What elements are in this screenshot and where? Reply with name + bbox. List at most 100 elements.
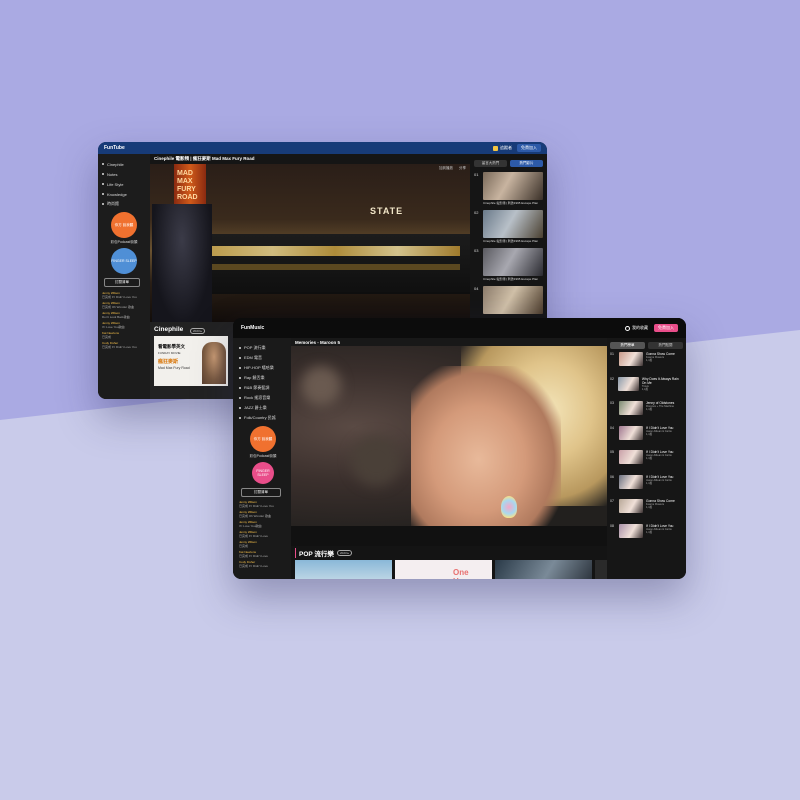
pop-thumbnail[interactable]: [295, 560, 392, 579]
chat-text: 已完成 If I Didn't Love You: [102, 345, 137, 349]
finger-sleep-logo[interactable]: FINGER SLEEP: [111, 248, 137, 274]
sidebar-item-jazz[interactable]: JAZZ 爵士樂: [239, 403, 287, 413]
chat-text: If I Love You歌曲: [102, 325, 125, 329]
tab-popular[interactable]: 熱門影片: [510, 160, 543, 167]
pop-thumbnail[interactable]: One Hour: [395, 560, 492, 579]
tab-most-viewed[interactable]: 熱門點閱: [648, 342, 683, 349]
music-list-item[interactable]: 04 If I Didn't Love You Jason Aldean & Car…: [610, 425, 683, 448]
playlist-item[interactable]: 04: [474, 286, 543, 314]
sidebar-item-cinephile[interactable]: Cinephile: [102, 159, 146, 169]
music-list-thumbnail: [619, 523, 643, 538]
state-sign: STATE: [370, 206, 404, 216]
sidebar-item-rnb[interactable]: R&B 節奏藍調: [239, 383, 287, 393]
section-badge[interactable]: 2023 ▸: [190, 328, 206, 334]
music-list-count: 1,4萬: [646, 506, 653, 510]
funtube-logo[interactable]: FunTube: [104, 145, 125, 151]
music-list-count: 1,4萬: [646, 457, 653, 461]
funmusic-logo[interactable]: FunMusic: [241, 325, 264, 331]
podcast-logo[interactable]: 你方 說我聽: [250, 426, 276, 452]
bullet-icon: [239, 347, 241, 349]
bullet-icon: [239, 387, 241, 389]
sidebar-item-hiphop[interactable]: HIP-HOP 嘻哈樂: [239, 363, 287, 373]
chat-item: Jenny Wilson 已完成 If I Didn't Love: [239, 530, 287, 538]
chat-text: 已完成 If I Didn't Love: [239, 554, 268, 558]
sidebar-item-notes[interactable]: Notes: [102, 169, 146, 179]
favorites-link[interactable]: 我的收藏: [625, 325, 648, 331]
sidebar-item-fashion[interactable]: 時尚館: [102, 199, 146, 209]
music-list-item[interactable]: 03 Jenny of Oldstones Florence + The Machi…: [610, 401, 683, 423]
add-to-playlist-button[interactable]: 加到播放: [439, 166, 453, 171]
sidebar-item-label: R&B 節奏藍調: [244, 385, 270, 390]
playlist-item[interactable]: 03 Cinephile 電影頻 | 刺激1995 Escape Plan: [474, 248, 543, 281]
sidebar-item-label: EDM 電音: [244, 355, 262, 360]
pop-thumbnail[interactable]: [495, 560, 592, 579]
movie-card[interactable]: 看電影學英文 FUNDAY MOVIE 瘋狂麥斯 Mad Max Fury Ro…: [154, 336, 228, 386]
heart-icon: [625, 325, 630, 331]
music-list-item[interactable]: 02 Why Does It Always Rain On Me Travis 1,4…: [610, 376, 683, 399]
playlist-title: Cinephile 電影頻 | 刺激1995 Escape Plan: [483, 277, 539, 281]
video-controls: 加到播放 分享: [439, 166, 466, 171]
sidebar-item-label: Cinephile: [107, 161, 124, 167]
music-list-item[interactable]: 08 If I Didn't Love You Jason Aldean & Car…: [610, 523, 683, 546]
music-list-number: 03: [610, 401, 614, 405]
sidebar-item-label: 時尚館: [107, 201, 119, 206]
sidebar-item-label: JAZZ 爵士樂: [244, 405, 267, 410]
music-list-item[interactable]: 05 If I Didn't Love You Jason Aldean & Car…: [610, 450, 683, 472]
music-list-number: 01: [610, 352, 614, 356]
face-shape: [411, 366, 561, 526]
music-list-item[interactable]: 06 If I Didn't Love You Jason Aldean & Car…: [610, 474, 683, 497]
sidebar-item-edm[interactable]: EDM 電音: [239, 353, 287, 363]
music-list-number: 02: [610, 376, 614, 381]
podcast-logo[interactable]: 你方 說我聽: [111, 212, 137, 238]
video-title: Cinephile 電影頻 | 瘋狂麥斯 Mad Max Fury Road: [150, 154, 470, 164]
join-free-button[interactable]: 免費加入: [517, 144, 541, 152]
chat-item: Cody Fisher 已完成 If I Didn't Love: [239, 560, 287, 568]
music-list-number: 07: [610, 499, 614, 503]
sidebar-item-rock[interactable]: Rock 搖滾音樂: [239, 393, 287, 403]
music-list-item[interactable]: 01 Gonna Show Come Fearne Flowers 1,4萬: [610, 352, 683, 374]
chat-text: 已完成 Oh Wonder 歌曲: [239, 514, 271, 518]
chat-text: 已完成 If I Didn't Love: [239, 534, 268, 538]
marquee-text: MAD MAX FURY ROAD: [177, 170, 198, 201]
bokeh-light: [301, 366, 341, 406]
video-title: Memories - Maroon 5: [291, 338, 607, 346]
chat-text: 已完成 If I Didn't Love: [239, 564, 268, 568]
tab-comments[interactable]: 留言大熱門: [474, 160, 507, 167]
sidebar-item-life-style[interactable]: Life Style: [102, 179, 146, 189]
subscription-list-button[interactable]: 訂閱清單: [104, 278, 140, 287]
sidebar-item-label: Folk/Country 民謠: [244, 415, 276, 420]
music-list-item[interactable]: 07 Gonna Show Come Fearne Flowers 1,4萬: [610, 499, 683, 521]
pop-thumbnail[interactable]: [595, 560, 607, 579]
tab-top-chart[interactable]: 熱門榜單: [610, 342, 645, 349]
music-list-count: 1,4萬: [646, 481, 653, 485]
sidebar-item-rap[interactable]: Rap 饒舌樂: [239, 373, 287, 383]
card-subtitle: FUNDAY MOVIE: [158, 351, 181, 355]
video-player[interactable]: [291, 346, 607, 526]
pop-section: POP 流行樂 2023 ▸ One Hour: [291, 546, 607, 579]
funmusic-main: Memories - Maroon 5 POP 流行樂 2023 ▸ One H…: [291, 338, 607, 579]
chat-text: 已完成 If I Didn't Love You: [102, 295, 137, 299]
share-button[interactable]: 分享: [459, 166, 466, 171]
section-badge[interactable]: 2023 ▸: [337, 550, 353, 556]
bullet-icon: [239, 377, 241, 379]
join-free-button[interactable]: 免費加入: [654, 324, 678, 332]
finger-sleep-logo[interactable]: FINGER SLEEP: [252, 462, 274, 484]
chat-item: Kat Newtons 已完成 If I Didn't Love: [239, 550, 287, 558]
music-list-number: 04: [610, 425, 614, 430]
followers-link[interactable]: 追蹤者: [493, 145, 512, 151]
playlist-number: 03: [474, 248, 479, 253]
music-list-title: If I Didn't Love You: [646, 474, 674, 479]
funtube-sidebar: Cinephile Notes Life Style Knowledge 時尚館…: [98, 154, 150, 399]
sidebar-item-folk[interactable]: Folk/Country 民謠: [239, 413, 287, 423]
sidebar-item-knowledge[interactable]: Knowledge: [102, 189, 146, 199]
sidebar-item-label: Knowledge: [107, 191, 127, 197]
playlist-item[interactable]: 02 Cinephile 電影頻 | 刺激1995 Escape Plan: [474, 210, 543, 243]
subscription-list-button[interactable]: 訂閱清單: [241, 488, 281, 497]
playlist-thumbnail: [483, 248, 543, 276]
chat-text: Don't Look Back歌曲: [102, 315, 130, 319]
playlist-item[interactable]: 01 Cinephile 電影頻 | 刺激1995 Escape Plan: [474, 172, 543, 205]
video-player[interactable]: MAD MAX FURY ROAD STATE 加到播放 分享: [150, 164, 470, 322]
music-list-count: 1,4萬: [646, 359, 653, 363]
bullet-icon: [239, 417, 241, 419]
sidebar-item-pop[interactable]: POP 流行樂: [239, 343, 287, 353]
